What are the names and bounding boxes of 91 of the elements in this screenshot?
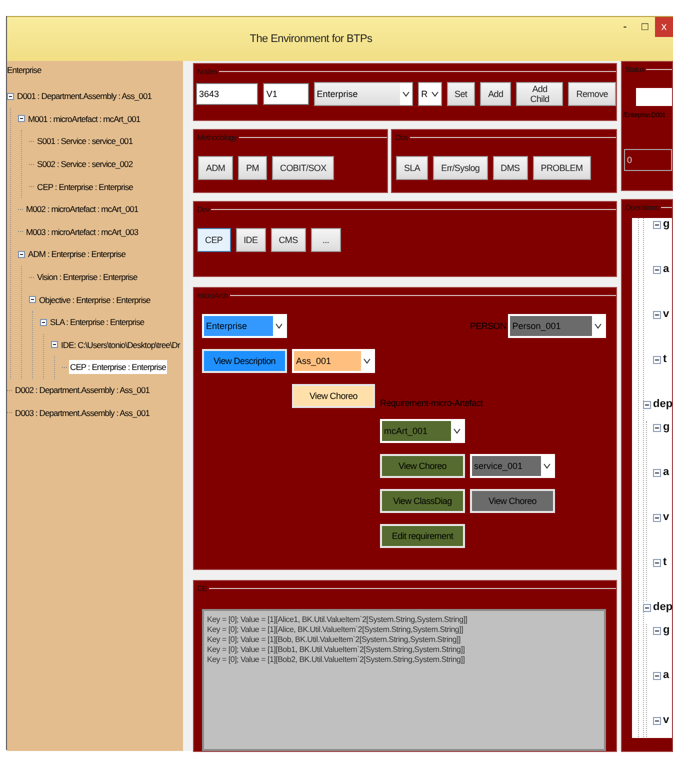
version-field[interactable]: V1 [263,83,309,105]
button[interactable]: PROBLEM [532,156,591,180]
button[interactable]: View Choreo [380,454,465,478]
artefact-dropdown[interactable]: mcArt_001 [380,419,465,443]
person-dropdown[interactable]: Person_001 [508,314,606,338]
type-dropdown[interactable]: Enterprise [314,82,414,106]
button[interactable]: View Choreo [292,384,375,408]
tree-item[interactable]: IDE: C:\Users\tonio\Desktop\tree\Dr [60,338,181,352]
log-line: Key = [0]; Value = [1][Bob2, BK.Util.ValueItem`2[System.String,System.String]] [207,655,466,665]
tree-item[interactable]: S002 : Service : service_002 [36,157,134,172]
collapse-icon[interactable] [18,115,25,122]
tree-item[interactable]: S001 : Service : service_001 [36,134,134,148]
tree-item[interactable]: a [663,263,670,275]
collapse-icon[interactable] [643,604,651,612]
collapse-icon[interactable] [40,318,47,326]
button[interactable]: CMS [270,228,306,252]
tree-item[interactable]: g [663,218,670,230]
button[interactable]: CEP [197,228,231,252]
collapse-icon[interactable] [653,424,661,432]
button[interactable]: Set [446,82,476,106]
log-line: Key = [0]; Value = [1][Bob1, BK.Util.ValueItem`2[System.String,System.String]] [207,645,466,655]
maximize-button[interactable]: □ [635,17,655,37]
tree-item[interactable]: dep [653,601,672,613]
tree-item[interactable]: CEP : Enterprise : Enterprise [36,180,134,194]
tree-item[interactable]: v [663,511,670,523]
collapse-icon[interactable] [29,296,36,304]
collapse-icon[interactable] [653,266,661,274]
id-field[interactable]: 3643 [196,83,258,105]
tree-item[interactable]: t [663,556,667,568]
button[interactable]: ... [310,228,341,252]
tree-item[interactable]: a [663,669,670,681]
tree-item[interactable]: g [663,421,670,433]
log-line: Key = [0]; Value = [1][Bob, BK.Util.ValueItem`2[System.String,System.String]] [207,635,462,645]
log-line: Key = [0]; Value = [1][Alice1, BK.Util.ValueItem`2[System.String,System.String]] [207,615,468,625]
collapse-icon[interactable] [653,559,661,567]
button[interactable]: Add [480,82,512,106]
tree-item[interactable]: SLA : Enterprise : Enterprise [49,315,146,330]
collapse-icon[interactable] [653,672,661,680]
collapse-icon[interactable] [643,401,651,409]
tree-item[interactable]: D003 : Department.Assembly : Ass_001 [14,406,151,420]
mode-dropdown[interactable]: R [418,82,442,106]
collapse-icon[interactable] [653,311,661,319]
tree-item[interactable]: Objective : Enterprise : Enterprise [38,292,152,307]
tree-item[interactable]: t [663,353,667,365]
close-button[interactable]: x [655,17,673,37]
minimize-button[interactable]: - [615,17,635,37]
button[interactable]: Edit requirement [380,524,465,548]
collapse-icon[interactable] [51,341,58,348]
collapse-icon[interactable] [653,221,661,229]
button[interactable]: SLA [396,156,428,180]
tree-item[interactable]: M003 : microArtefact : mcArt_003 [25,224,140,239]
tree-item[interactable]: a [663,466,670,478]
collapse-icon[interactable] [18,250,25,258]
collapse-icon[interactable] [653,627,661,635]
button[interactable]: Err/Syslog [433,156,488,180]
button[interactable]: View Choreo [470,489,555,513]
text-field[interactable] [636,88,672,106]
button[interactable]: DMS [492,156,528,180]
button[interactable]: IDE [236,228,266,252]
tree-item[interactable]: CEP : Enterprise : Enterprise [69,360,167,374]
log-line: Key = [0]; Value = [1][Alice, BK.Util.ValueItem`2[System.String,System.String]] [207,625,464,635]
person-label: PERSON [470,321,506,331]
button[interactable]: View ClassDiag [380,489,465,513]
tree-item[interactable]: Vision : Enterprise : Enterprise [36,270,138,284]
tree-item[interactable]: M002 : microArtefact : mcArt_001 [25,202,140,216]
service-dropdown[interactable]: service_001 [470,454,555,478]
collapse-icon[interactable] [7,92,14,100]
button[interactable]: View Description [202,349,287,373]
button[interactable]: Remove [568,82,616,106]
collapse-icon[interactable] [653,356,661,364]
tree-item[interactable]: dep [653,398,672,410]
assembly-dropdown[interactable]: Ass_001 [292,349,375,373]
button[interactable]: Add Child [516,82,564,106]
button[interactable]: PM [238,156,268,180]
tree-item[interactable]: v [663,714,670,726]
tree-item[interactable]: D001 : Department.Assembly : Ass_001 [16,89,153,104]
tree-root[interactable]: Enterprise [7,61,183,85]
tree-item[interactable]: g [663,624,670,636]
button[interactable]: COBIT/SOX [272,156,334,180]
button[interactable]: ADM [198,156,234,180]
enterprise-dropdown[interactable]: Enterprise [202,314,287,338]
collapse-icon[interactable] [653,469,661,477]
collapse-icon[interactable] [653,717,661,725]
tree-item[interactable]: M001 : microArtefact : mcArt_001 [27,112,142,126]
tree-item[interactable]: D002 : Department.Assembly : Ass_001 [14,383,151,398]
tree-item[interactable]: v [663,308,670,320]
window-title: The Environment for BTPs [248,33,374,45]
requirement-label: Requirement-micro-Artefact [380,398,484,408]
collapse-icon[interactable] [653,514,661,522]
tree-item[interactable]: ADM : Enterprise : Enterprise [27,247,126,262]
status-field[interactable]: 0 [624,149,672,171]
